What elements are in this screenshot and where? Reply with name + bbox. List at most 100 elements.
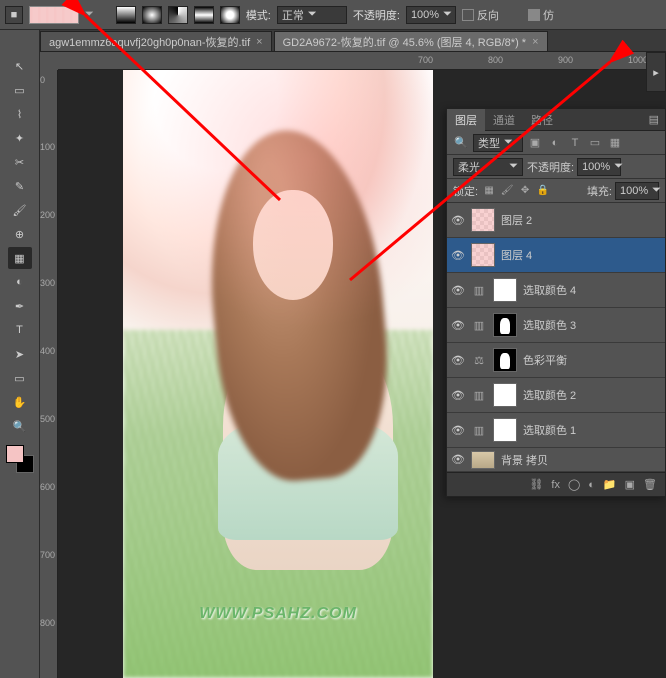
layer-name[interactable]: 色彩平衡 [523,352,661,368]
layer-name[interactable]: 图层 2 [501,212,661,228]
document-tab-2[interactable]: GD2A9672-恢复的.tif @ 45.6% (图层 4, RGB/8*) … [274,31,548,51]
filter-adjust-icon[interactable]: ◐ [547,135,563,151]
layer-fx-icon[interactable]: fx [551,479,560,491]
radial-gradient-icon[interactable] [142,6,162,24]
visibility-icon[interactable]: 👁 [451,453,465,467]
visibility-icon[interactable]: 👁 [451,283,465,297]
document-tab-1[interactable]: agw1emmz6aquvfj20gh0p0nan-恢复的.tif × [40,31,272,51]
new-adjustment-icon[interactable]: ◐ [588,479,595,491]
layer-name[interactable]: 选取颜色 3 [523,317,661,333]
brush-tool-icon[interactable]: 🖌 [8,199,32,221]
blur-tool-icon[interactable]: ◐ [8,271,32,293]
visibility-icon[interactable]: 👁 [451,318,465,332]
gradient-tool-icon[interactable]: ▦ [8,247,32,269]
search-icon[interactable]: 🔍 [453,135,469,151]
layer-name[interactable]: 选取颜色 2 [523,387,661,403]
reflected-gradient-icon[interactable] [194,6,214,24]
shape-tool-icon[interactable]: ▭ [8,367,32,389]
vertical-ruler: 0 100 200 300 400 500 600 700 800 [40,70,58,678]
layer-name[interactable]: 选取颜色 1 [523,422,661,438]
fill-field[interactable]: 100%⏷ [615,182,659,200]
lock-transparency-icon[interactable]: ▦ [482,184,496,198]
stamp-tool-icon[interactable]: ⊕ [8,223,32,245]
foreground-color-swatch[interactable] [6,445,24,463]
layer-row[interactable]: 👁 背景 拷贝 [447,448,665,472]
layer-thumbnail[interactable] [471,243,495,267]
close-icon[interactable]: × [532,36,538,48]
type-tool-icon[interactable]: T [8,319,32,341]
visibility-icon[interactable]: 👁 [451,213,465,227]
lock-position-icon[interactable]: ✥ [518,184,532,198]
wand-tool-icon[interactable]: ✦ [8,127,32,149]
layer-thumbnail[interactable] [471,208,495,232]
tab-paths[interactable]: 路径 [523,109,561,131]
visibility-icon[interactable]: 👁 [451,388,465,402]
layer-row[interactable]: 👁 ⚖ 色彩平衡 [447,343,665,378]
layer-blend-dropdown[interactable]: 柔光⏷ [453,158,523,176]
filter-type-icon[interactable]: T [567,135,583,151]
lasso-tool-icon[interactable]: ⌇ [8,103,32,125]
visibility-icon[interactable]: 👁 [451,353,465,367]
mask-thumbnail[interactable] [493,348,517,372]
mask-thumbnail[interactable] [493,278,517,302]
new-group-icon[interactable]: 📁 [603,478,617,491]
add-mask-icon[interactable]: ◯ [568,478,580,491]
reverse-checkbox[interactable]: 反向 [462,6,522,24]
path-tool-icon[interactable]: ➤ [8,343,32,365]
ruler-tick: 400 [40,346,55,356]
angle-gradient-icon[interactable] [168,6,188,24]
link-layers-icon[interactable]: ⛓ [529,478,543,491]
eyedropper-tool-icon[interactable]: ✎ [8,175,32,197]
zoom-tool-icon[interactable]: 🔍 [8,415,32,437]
mask-thumbnail[interactable] [493,418,517,442]
gradient-tool-icon[interactable]: ■ [5,6,23,24]
collapsed-panel-icon[interactable]: ▸ [646,52,666,92]
hand-tool-icon[interactable]: ✋ [8,391,32,413]
tab-layers[interactable]: 图层 [447,109,485,131]
layer-name[interactable]: 图层 4 [501,247,661,263]
layer-thumbnail[interactable] [471,451,495,469]
pen-tool-icon[interactable]: ✒ [8,295,32,317]
lock-all-icon[interactable]: 🔒 [536,184,550,198]
layer-row[interactable]: 👁 ▥ 选取颜色 3 [447,308,665,343]
layer-opacity-field[interactable]: 100%⏷ [577,158,621,176]
ruler-tick: 800 [488,55,503,65]
diamond-gradient-icon[interactable] [220,6,240,24]
tab-channels[interactable]: 通道 [485,109,523,131]
opacity-field[interactable]: 100%⏷ [406,6,456,24]
lock-row: 锁定: ▦ 🖌 ✥ 🔒 填充: 100%⏷ [447,179,665,203]
dropdown-arrow-icon[interactable]: ⏷ [85,8,94,21]
filter-smart-icon[interactable]: ▦ [607,135,623,151]
mask-thumbnail[interactable] [493,383,517,407]
document-canvas[interactable]: WWW.PSAHZ.COM [123,70,433,678]
options-bar: ■ ⏷ 模式: 正常⏷ 不透明度: 100%⏷ 反向 仿 [0,0,666,30]
layer-row[interactable]: 👁 图层 4 [447,238,665,273]
filter-type-dropdown[interactable]: 类型⏷ [473,134,523,152]
layer-row[interactable]: 👁 ▥ 选取颜色 4 [447,273,665,308]
marquee-tool-icon[interactable]: ▭ [8,79,32,101]
filter-image-icon[interactable]: ▣ [527,135,543,151]
layer-row[interactable]: 👁 ▥ 选取颜色 2 [447,378,665,413]
visibility-icon[interactable]: 👁 [451,248,465,262]
panel-menu-icon[interactable]: ▤ [643,113,665,126]
close-icon[interactable]: × [256,36,262,48]
lock-pixels-icon[interactable]: 🖌 [500,184,514,198]
gradient-swatch[interactable] [29,6,79,24]
chevron-down-icon: ⏷ [614,160,623,173]
layer-name[interactable]: 选取颜色 4 [523,282,661,298]
delete-layer-icon[interactable]: 🗑 [643,478,657,491]
linear-gradient-icon[interactable] [116,6,136,24]
new-layer-icon[interactable]: ▣ [625,478,635,491]
filter-shape-icon[interactable]: ▭ [587,135,603,151]
dither-checkbox[interactable]: 仿 [528,6,588,24]
watermark-text: WWW.PSAHZ.COM [199,605,357,623]
visibility-icon[interactable]: 👁 [451,423,465,437]
crop-tool-icon[interactable]: ✂ [8,151,32,173]
layer-name[interactable]: 背景 拷贝 [501,452,661,468]
blend-mode-dropdown[interactable]: 正常⏷ [277,6,347,24]
layer-row[interactable]: 👁 图层 2 [447,203,665,238]
move-tool-icon[interactable]: ↖ [8,55,32,77]
color-swatches[interactable] [6,445,34,473]
layer-row[interactable]: 👁 ▥ 选取颜色 1 [447,413,665,448]
mask-thumbnail[interactable] [493,313,517,337]
